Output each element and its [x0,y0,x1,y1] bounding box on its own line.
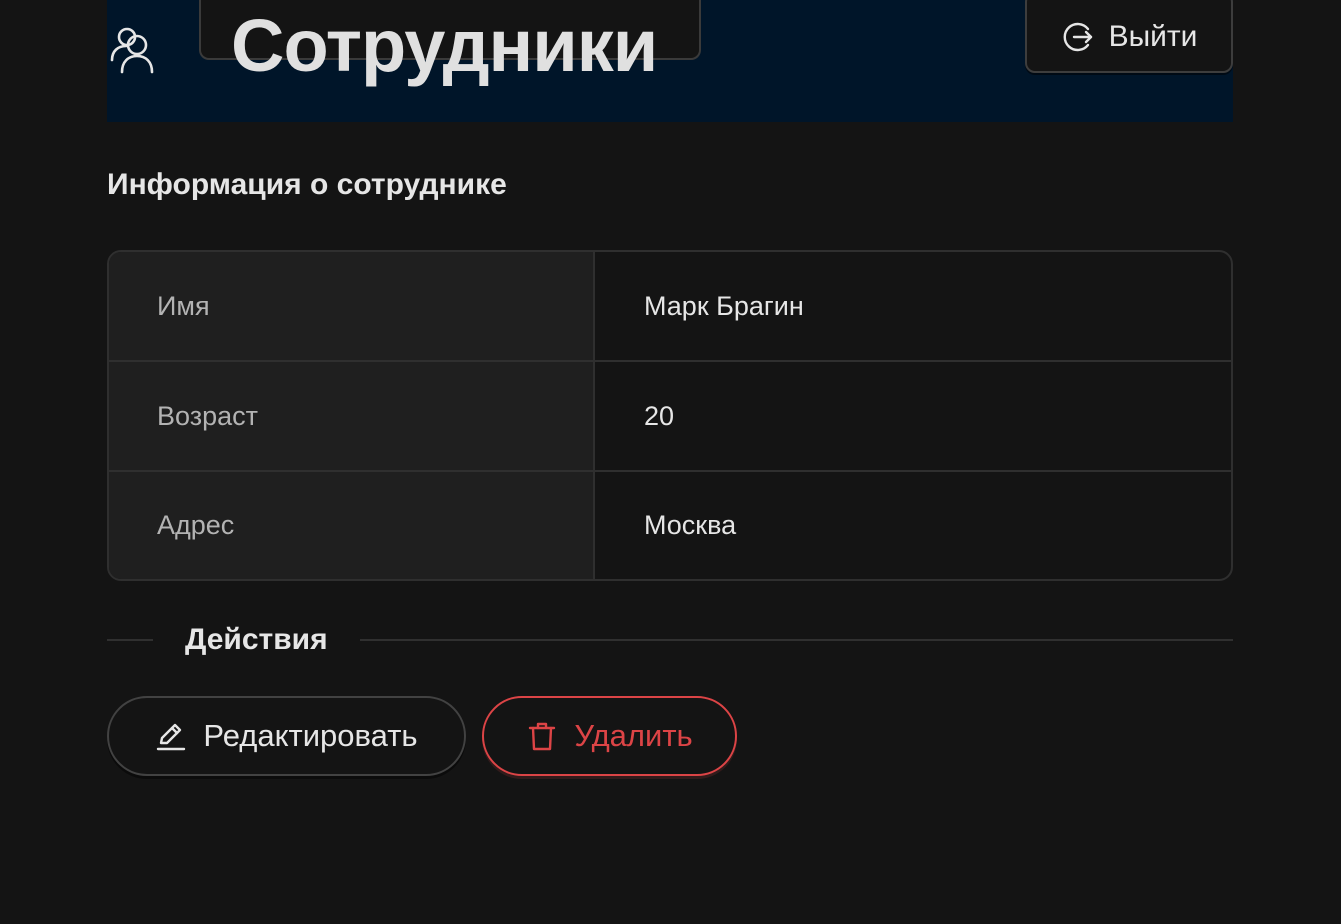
info-row-address: Адрес Москва [109,472,1231,579]
info-label: Возраст [109,362,595,470]
logout-button[interactable]: Выйти [1025,0,1233,73]
divider-line [107,639,153,641]
delete-icon [526,720,558,752]
employee-info-table: Имя Марк Брагин Возраст 20 Адрес Москва [107,250,1233,581]
logout-icon [1061,20,1095,54]
info-label: Адрес [109,472,595,579]
info-row-age: Возраст 20 [109,362,1231,472]
info-row-name: Имя Марк Брагин [109,252,1231,362]
info-label: Имя [109,252,595,360]
info-value: Москва [644,510,737,540]
actions-divider-label: Действия [185,623,328,656]
page-header: Сотрудники Выйти [107,0,1233,122]
delete-button[interactable]: Удалить [482,696,737,776]
actions-divider: Действия [107,619,1233,661]
logout-label: Выйти [1108,19,1198,53]
team-icon [107,24,159,76]
delete-label: Удалить [574,718,693,753]
edit-icon [155,720,187,752]
info-value: Марк Брагин [644,290,804,321]
employee-info-title: Информация о сотруднике [107,168,507,201]
info-value: 20 [644,400,675,431]
page-title: Сотрудники [231,4,658,87]
divider-line [359,639,1233,641]
edit-label: Редактировать [203,718,418,753]
edit-button[interactable]: Редактировать [107,696,466,776]
